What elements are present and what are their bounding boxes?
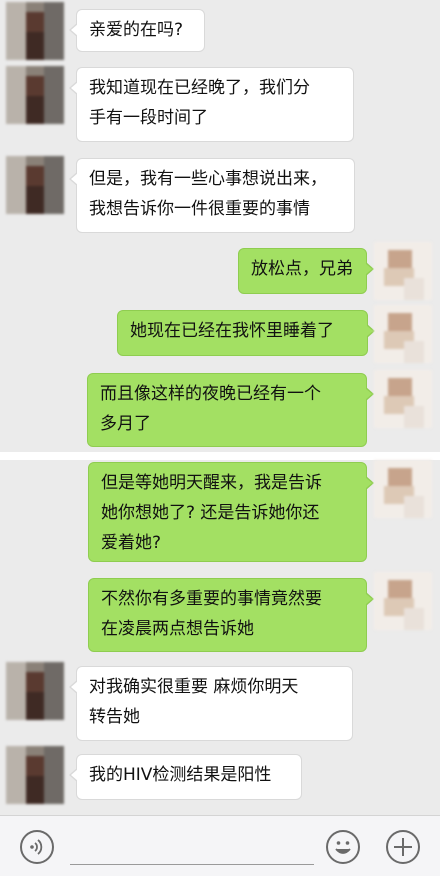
message-text: 爱着她? xyxy=(101,533,162,553)
message-text: 不然你有多重要的事情竟然要 xyxy=(101,589,322,609)
message-text: 手有一段时间了 xyxy=(89,108,208,128)
emoji-button[interactable] xyxy=(326,830,360,864)
message-text: 而且像这样的夜晚已经有一个 xyxy=(100,384,321,404)
contact-avatar[interactable] xyxy=(6,746,64,804)
contact-avatar[interactable] xyxy=(6,66,64,124)
contact-avatar[interactable] xyxy=(6,662,64,720)
chat-input-bar xyxy=(0,815,440,876)
message-bubble-sent[interactable]: 她现在已经在我怀里睡着了 xyxy=(117,310,375,356)
message-text: 我的HIV检测结果是阳性 xyxy=(89,765,272,785)
message-bubble-sent[interactable]: 不然你有多重要的事情竟然要 在凌晨两点想告诉她 xyxy=(88,578,374,652)
message-text: 但是等她明天醒来，我是告诉 xyxy=(101,473,322,493)
voice-icon xyxy=(30,839,43,855)
panel-divider xyxy=(0,452,440,460)
message-text: 转告她 xyxy=(89,707,140,727)
user-avatar[interactable] xyxy=(374,242,432,300)
plus-icon xyxy=(394,838,412,856)
message-bubble-received[interactable]: 对我确实很重要 麻烦你明天 转告她 xyxy=(69,666,353,741)
message-text: 她现在已经在我怀里睡着了 xyxy=(130,321,334,341)
plus-button[interactable] xyxy=(386,830,420,864)
emoji-icon xyxy=(335,841,351,854)
message-bubble-received[interactable]: 我的HIV检测结果是阳性 xyxy=(69,754,302,800)
message-bubble-sent[interactable]: 而且像这样的夜晚已经有一个 多月了 xyxy=(87,373,374,447)
message-text: 多月了 xyxy=(100,414,151,434)
message-text: 我想告诉你一件很重要的事情 xyxy=(89,199,310,219)
user-avatar[interactable] xyxy=(374,460,432,518)
user-avatar[interactable] xyxy=(374,370,432,428)
message-input[interactable] xyxy=(70,832,314,865)
contact-avatar[interactable] xyxy=(6,2,64,60)
message-text: 但是，我有一些心事想说出来， xyxy=(89,169,327,189)
user-avatar[interactable] xyxy=(374,572,432,630)
message-text: 她你想她了? 还是告诉她你还 xyxy=(101,503,320,523)
message-bubble-received[interactable]: 亲爱的在吗? xyxy=(69,9,205,52)
user-avatar[interactable] xyxy=(374,305,432,363)
voice-button[interactable] xyxy=(20,830,54,864)
message-text: 在凌晨两点想告诉她 xyxy=(101,619,254,639)
message-text: 亲爱的在吗? xyxy=(89,20,184,40)
message-bubble-received[interactable]: 但是，我有一些心事想说出来， 我想告诉你一件很重要的事情 xyxy=(69,158,355,233)
message-bubble-sent[interactable]: 放松点，兄弟 xyxy=(238,248,374,294)
message-bubble-sent[interactable]: 但是等她明天醒来，我是告诉 她你想她了? 还是告诉她你还 爱着她? xyxy=(88,462,374,562)
contact-avatar[interactable] xyxy=(6,156,64,214)
message-text: 放松点，兄弟 xyxy=(251,259,353,279)
message-bubble-received[interactable]: 我知道现在已经晚了，我们分 手有一段时间了 xyxy=(69,67,354,142)
message-text: 我知道现在已经晚了，我们分 xyxy=(89,78,310,98)
message-text: 对我确实很重要 麻烦你明天 xyxy=(89,677,299,697)
